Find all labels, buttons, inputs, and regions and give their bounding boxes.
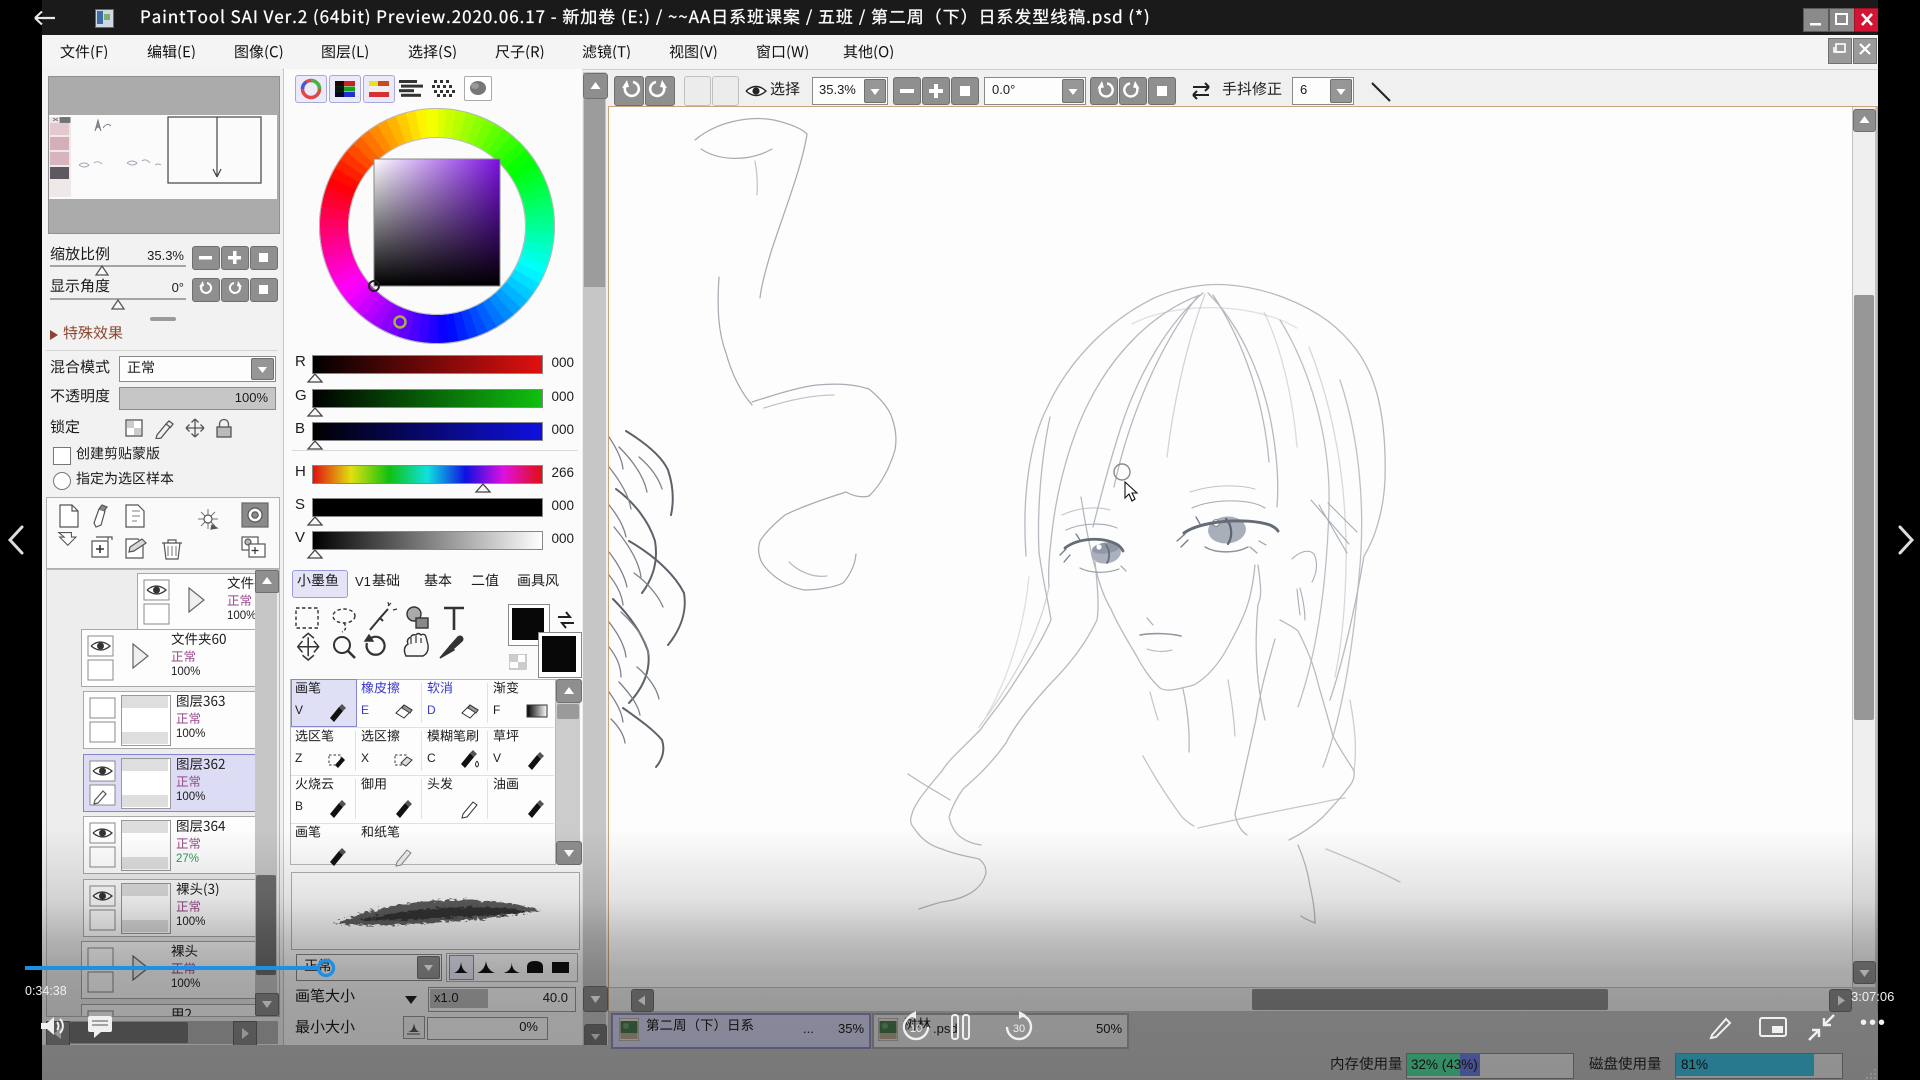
svg-text:30: 30: [1013, 1023, 1025, 1035]
svg-text:10: 10: [910, 1023, 922, 1035]
